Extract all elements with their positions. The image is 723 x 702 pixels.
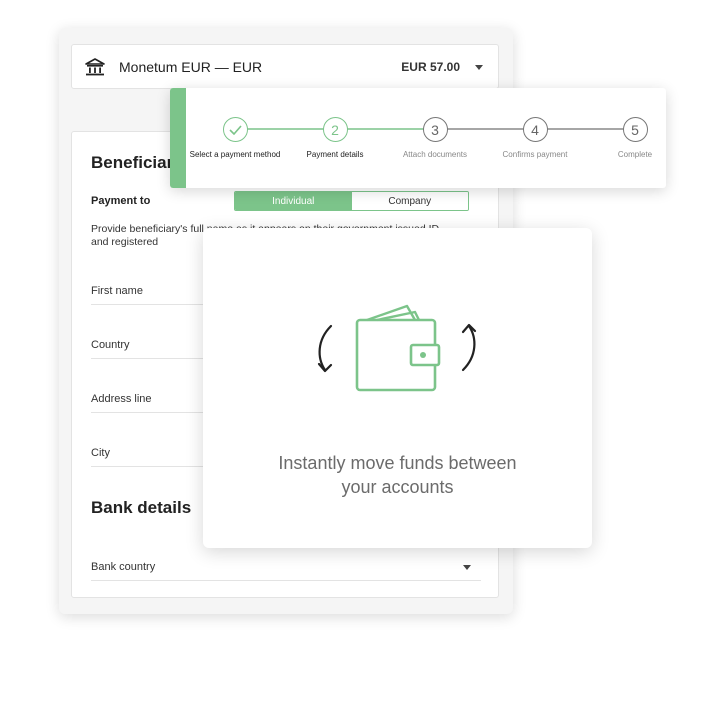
account-name: Monetum EUR — EUR <box>119 59 263 75</box>
promo-line-1: Instantly move funds between <box>278 453 517 473</box>
first-name-label: First name <box>91 285 143 297</box>
step-label: Attach documents <box>402 150 468 159</box>
account-balance: EUR 57.00 <box>401 60 460 74</box>
bank-details-title: Bank details <box>91 498 192 517</box>
step-1[interactable]: Select a payment method <box>185 117 285 159</box>
step-4[interactable]: 4 Confirms payment <box>485 117 585 159</box>
payment-to-toggle[interactable]: Individual Company <box>234 191 469 211</box>
beneficiary-title: Beneficiary <box>91 153 183 172</box>
address-line-label: Address line <box>91 393 152 405</box>
step-label: Confirms payment <box>502 150 568 159</box>
step-circle: 5 <box>622 117 648 142</box>
chevron-down-icon[interactable] <box>475 65 483 70</box>
step-label: Payment details <box>306 150 364 159</box>
step-circle <box>222 117 248 142</box>
bank-icon <box>85 58 105 76</box>
step-2[interactable]: 2 Payment details <box>285 117 385 159</box>
toggle-company[interactable]: Company <box>351 192 468 210</box>
chevron-down-icon[interactable] <box>463 565 471 570</box>
step-label: Complete <box>617 150 653 159</box>
bank-country-select[interactable]: Bank country <box>91 557 481 581</box>
step-3[interactable]: 3 Attach documents <box>385 117 485 159</box>
promo-text: Instantly move funds between your accoun… <box>203 451 592 499</box>
promo-card: Instantly move funds between your accoun… <box>203 228 592 548</box>
bank-country-label: Bank country <box>91 561 156 573</box>
check-icon <box>228 124 242 135</box>
payment-to-label: Payment to <box>91 195 151 207</box>
wallet-transfer-icon <box>317 304 477 392</box>
step-circle: 3 <box>422 117 448 142</box>
step-circle: 4 <box>522 117 548 142</box>
toggle-individual[interactable]: Individual <box>235 192 352 210</box>
step-circle: 2 <box>322 117 348 142</box>
step-label: Select a payment method <box>189 150 281 159</box>
promo-line-2: your accounts <box>341 477 454 497</box>
payment-stepper: Select a payment method 2 Payment detail… <box>170 88 666 188</box>
city-label: City <box>91 447 110 459</box>
step-5[interactable]: 5 Complete <box>585 117 666 159</box>
account-selector[interactable]: Monetum EUR — EUR EUR 57.00 <box>71 44 499 89</box>
country-label: Country <box>91 339 130 351</box>
